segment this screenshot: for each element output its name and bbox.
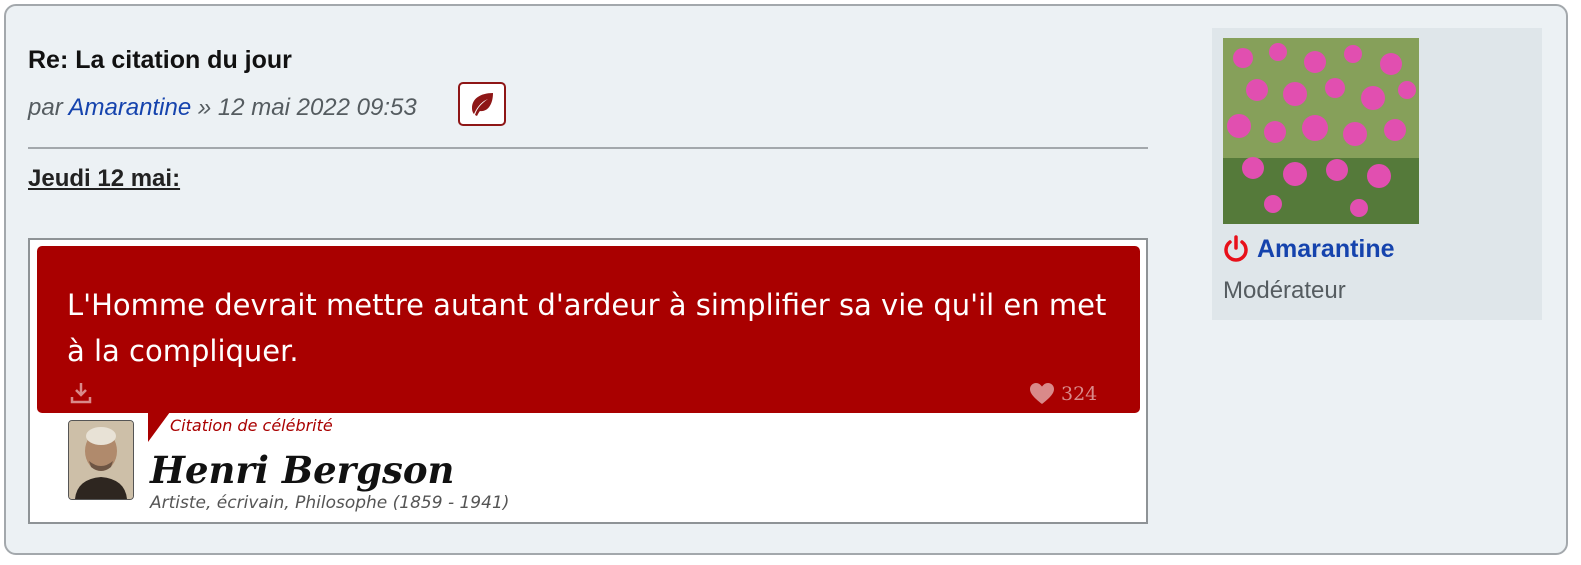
download-icon[interactable] bbox=[69, 381, 93, 405]
author-profile: Amarantine Modérateur bbox=[1212, 28, 1542, 320]
avatar[interactable] bbox=[1223, 38, 1419, 224]
quote-author-description: Artiste, écrivain, Philosophe (1859 - 19… bbox=[150, 493, 510, 513]
leaf-icon bbox=[472, 93, 493, 116]
date-heading: Jeudi 12 mai: bbox=[28, 165, 181, 192]
power-icon bbox=[1224, 235, 1248, 262]
likes-count: 324 bbox=[1061, 383, 1098, 405]
profile-rank: Modérateur bbox=[1223, 277, 1346, 304]
report-button[interactable] bbox=[458, 82, 506, 126]
post-author-link[interactable]: Amarantine bbox=[68, 94, 191, 121]
likes[interactable]: 324 bbox=[1029, 382, 1097, 406]
author-portrait bbox=[68, 420, 134, 500]
post-date: 12 mai 2022 09:53 bbox=[217, 94, 417, 121]
quote-author-name: Henri Bergson bbox=[150, 448, 455, 492]
forum-post: Re: La citation du jour par Amarantine »… bbox=[4, 4, 1568, 555]
quote-image-card: L'Homme devrait mettre autant d'ardeur à… bbox=[28, 238, 1148, 524]
quote-category: Citation de célébrité bbox=[170, 416, 333, 435]
profile-username-link[interactable]: Amarantine bbox=[1257, 235, 1395, 264]
quote-box: L'Homme devrait mettre autant d'ardeur à… bbox=[37, 246, 1140, 413]
meta-separator: » bbox=[191, 94, 218, 121]
meta-prefix: par bbox=[28, 94, 69, 121]
quote-text: L'Homme devrait mettre autant d'ardeur à… bbox=[67, 288, 1107, 368]
post-meta: par Amarantine » 12 mai 2022 09:53 bbox=[28, 94, 417, 122]
post-divider bbox=[28, 147, 1148, 149]
heart-icon bbox=[1030, 383, 1054, 404]
post-title[interactable]: Re: La citation du jour bbox=[28, 46, 292, 75]
quote-tail bbox=[148, 412, 170, 442]
